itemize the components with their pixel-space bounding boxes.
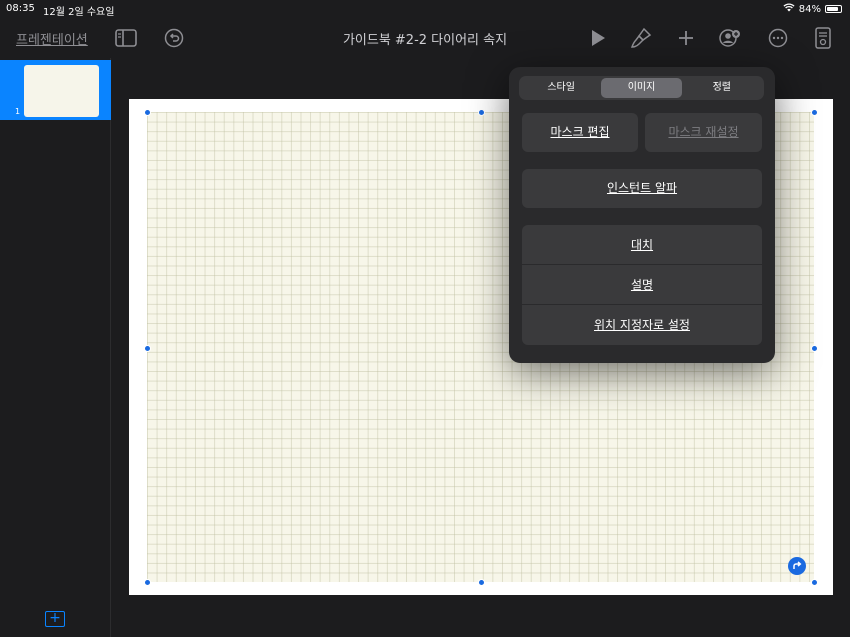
replace-button[interactable]: 대치 [522, 225, 762, 265]
resize-handle-bottom-left[interactable] [144, 579, 151, 586]
battery-icon [825, 5, 842, 13]
resize-handle-top-right[interactable] [811, 109, 818, 116]
document-icon[interactable] [811, 26, 835, 50]
slide-number: 1 [15, 107, 21, 116]
reset-mask-button[interactable]: 마스크 재설정 [645, 113, 762, 152]
resize-handle-top-left[interactable] [144, 109, 151, 116]
status-date: 12월 2일 수요일 [43, 7, 115, 18]
instant-alpha-button[interactable]: 인스턴트 알파 [522, 169, 762, 208]
slide-thumbnail-selected[interactable]: 1 [0, 60, 111, 120]
set-as-placeholder-button[interactable]: 위치 지정자로 설정 [522, 305, 762, 345]
status-bar: 08:35 12월 2일 수요일 84% [0, 0, 850, 18]
resize-handle-right[interactable] [811, 345, 818, 352]
image-actions-group: 대치 설명 위치 지정자로 설정 [522, 225, 762, 345]
tab-style[interactable]: 스타일 [521, 78, 601, 98]
wifi-icon [783, 3, 795, 15]
paintbrush-icon[interactable] [629, 26, 653, 50]
slide-thumbnail[interactable] [24, 65, 99, 117]
status-right: 84% [783, 3, 842, 15]
add-slide-button[interactable]: + [45, 611, 65, 627]
format-tabs: 스타일 이미지 정렬 [519, 76, 764, 100]
battery-percent: 84% [798, 3, 821, 15]
resize-handle-bottom-right[interactable] [811, 579, 818, 586]
edit-mask-button[interactable]: 마스크 편집 [522, 113, 638, 152]
plus-square-icon: + [49, 610, 61, 626]
resize-handle-left[interactable] [144, 345, 151, 352]
plus-icon[interactable] [674, 26, 698, 50]
collaborate-icon[interactable] [718, 26, 742, 50]
tab-image[interactable]: 이미지 [601, 78, 682, 98]
status-time: 08:35 [6, 3, 35, 14]
tab-arrange[interactable]: 정렬 [682, 78, 762, 98]
resize-handle-bottom[interactable] [478, 579, 485, 586]
slide-navigator: 1 + [0, 58, 111, 637]
toolbar: 프레젠테이션 가이드북 #2-2 다이어리 속지 [0, 18, 850, 58]
rotate-icon[interactable] [788, 557, 806, 575]
format-popover: 스타일 이미지 정렬 마스크 편집 마스크 재설정 인스턴트 알파 대치 설명 … [509, 67, 775, 363]
play-icon[interactable] [586, 26, 610, 50]
description-button[interactable]: 설명 [522, 265, 762, 305]
more-icon[interactable] [766, 26, 790, 50]
resize-handle-top[interactable] [478, 109, 485, 116]
